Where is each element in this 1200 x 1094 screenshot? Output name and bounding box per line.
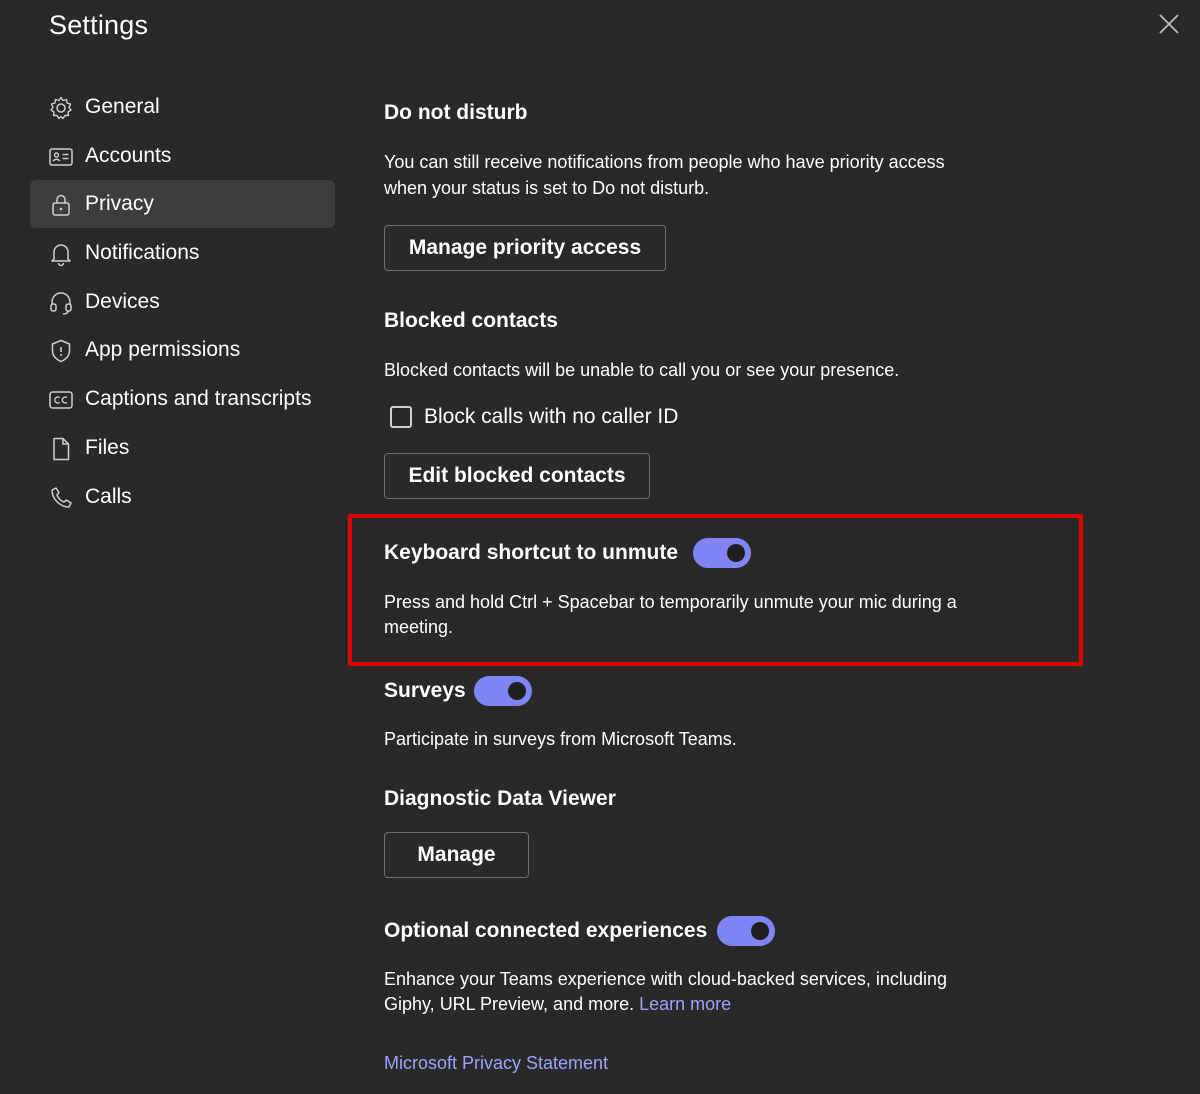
- block-calls-checkbox[interactable]: [390, 406, 412, 428]
- surveys-toggle[interactable]: [474, 676, 532, 706]
- close-icon[interactable]: [1156, 11, 1182, 37]
- dnd-description-line2: when your status is set to Do not distur…: [384, 178, 710, 198]
- toggle-knob: [508, 682, 526, 700]
- sidebar-item-label: Privacy: [85, 192, 154, 216]
- optional-experiences-toggle[interactable]: [717, 916, 775, 946]
- blocked-contacts-description: Blocked contacts will be unable to call …: [384, 360, 900, 380]
- sidebar-item-label: General: [85, 95, 160, 118]
- sidebar-item-label: Devices: [85, 289, 160, 313]
- sidebar-item-app-permissions[interactable]: App permissions: [30, 326, 335, 374]
- cc-icon: [49, 391, 73, 409]
- toggle-knob: [751, 922, 769, 940]
- sidebar-item-label: Calls: [85, 484, 132, 508]
- manage-button[interactable]: Manage: [384, 832, 529, 878]
- optional-experiences-description-line2: Giphy, URL Preview, and more. Learn more: [384, 991, 731, 1017]
- shield-icon: [51, 340, 71, 363]
- sidebar-item-devices[interactable]: Devices: [30, 278, 335, 326]
- edit-blocked-contacts-button[interactable]: Edit blocked contacts: [384, 453, 650, 499]
- learn-more-link[interactable]: Learn more: [639, 994, 731, 1014]
- phone-icon: [51, 486, 72, 508]
- block-calls-label: Block calls with no caller ID: [424, 405, 679, 428]
- sidebar-item-calls[interactable]: Calls: [30, 473, 335, 521]
- sidebar-item-label: App permissions: [85, 338, 241, 362]
- surveys-description: Participate in surveys from Microsoft Te…: [384, 729, 737, 749]
- page-title: Settings: [49, 10, 149, 40]
- gear-icon: [50, 96, 72, 120]
- microsoft-privacy-statement-link[interactable]: Microsoft Privacy Statement: [384, 1050, 608, 1076]
- optional-experiences-heading: Optional connected experiences: [384, 919, 708, 942]
- sidebar-item-notifications[interactable]: Notifications: [30, 229, 335, 277]
- dnd-heading: Do not disturb: [384, 101, 528, 124]
- blocked-contacts-heading: Blocked contacts: [384, 309, 558, 332]
- sidebar-item-accounts[interactable]: Accounts: [30, 132, 335, 180]
- sidebar-item-privacy[interactable]: Privacy: [30, 180, 335, 229]
- sidebar-item-general[interactable]: General: [30, 83, 335, 131]
- optional-experiences-description-line1: Enhance your Teams experience with cloud…: [384, 969, 947, 989]
- surveys-heading: Surveys: [384, 679, 466, 702]
- optional-experiences-line2-text: Giphy, URL Preview, and more.: [384, 994, 635, 1014]
- dnd-description-line1: You can still receive notifications from…: [384, 152, 945, 172]
- sidebar-item-label: Captions and transcripts: [85, 387, 312, 411]
- sidebar-item-captions[interactable]: Captions and transcripts: [30, 375, 335, 423]
- id-card-icon: [49, 147, 73, 166]
- bell-icon: [51, 244, 71, 267]
- sidebar-item-label: Files: [85, 435, 130, 459]
- file-icon: [53, 437, 70, 461]
- lock-icon: [52, 195, 70, 217]
- keyboard-shortcut-highlight-box: [348, 514, 1083, 666]
- diagnostic-data-viewer-heading: Diagnostic Data Viewer: [384, 787, 616, 810]
- sidebar-item-label: Notifications: [85, 241, 200, 265]
- sidebar-item-label: Accounts: [85, 143, 172, 167]
- settings-sidebar: General Accounts Privacy Notifications D…: [30, 83, 335, 521]
- sidebar-item-files[interactable]: Files: [30, 424, 335, 472]
- headset-icon: [50, 292, 72, 315]
- manage-priority-access-button[interactable]: Manage priority access: [384, 225, 666, 271]
